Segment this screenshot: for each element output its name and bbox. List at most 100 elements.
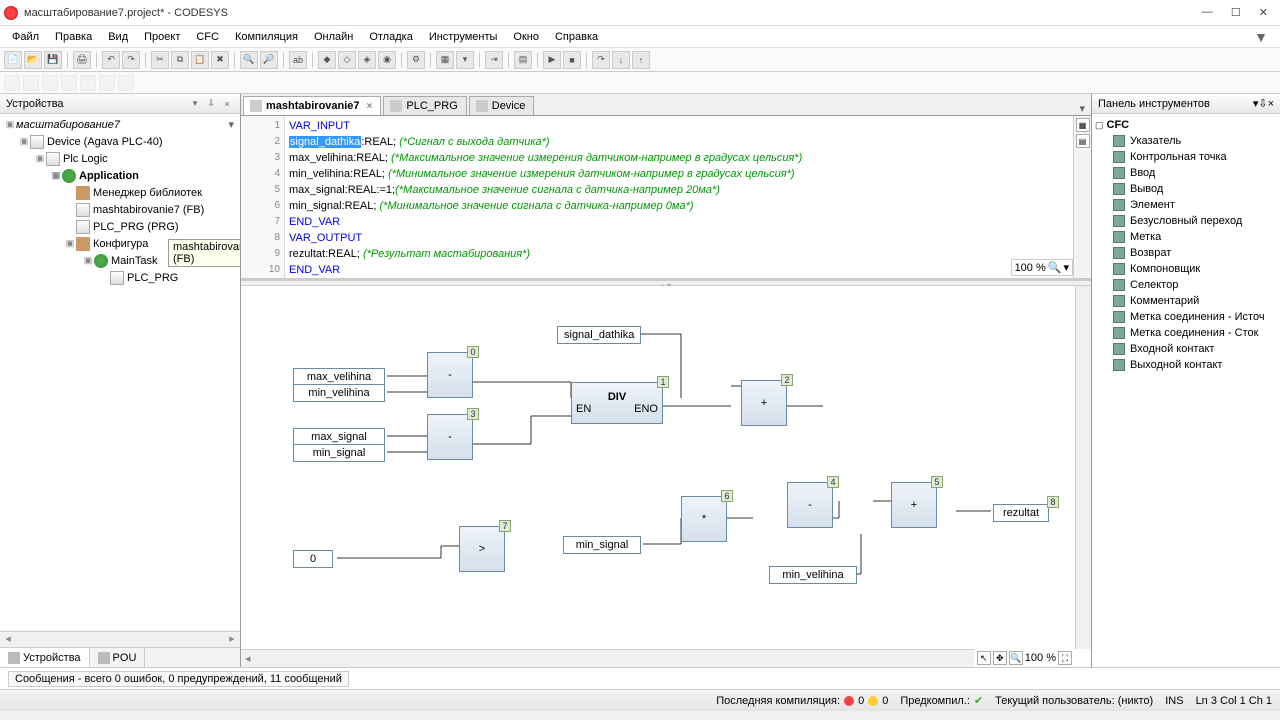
diagram-pan-button[interactable]: ✥ (993, 651, 1007, 665)
tb2-btn[interactable] (80, 75, 96, 91)
tab-plcprg[interactable]: PLC_PRG (383, 96, 466, 115)
close-button[interactable]: ✕ (1259, 6, 1268, 19)
toolbox-comment[interactable]: Комментарий (1095, 293, 1277, 309)
block-sub-4[interactable]: - (787, 482, 833, 528)
input-zero[interactable]: 0 (293, 550, 333, 568)
menu-help[interactable]: Справка (547, 29, 606, 45)
bookmark1-button[interactable]: ◆ (318, 51, 336, 69)
build-button[interactable]: ⚙ (407, 51, 425, 69)
tb2-btn[interactable] (23, 75, 39, 91)
panel-pin-icon[interactable]: ⇩ (204, 97, 218, 111)
tab-mashtabirovanie7[interactable]: mashtabirovanie7× (243, 96, 381, 115)
tab-close-icon[interactable]: × (367, 101, 373, 112)
menu-edit[interactable]: Правка (47, 29, 100, 45)
tree-project[interactable]: масштабирование7 (16, 119, 120, 131)
toolbox-conn-dst[interactable]: Метка соединения - Сток (1095, 325, 1277, 341)
tb2-btn[interactable] (42, 75, 58, 91)
tree-plcprg-task[interactable]: PLC_PRG (127, 272, 178, 284)
minimize-button[interactable]: — (1202, 6, 1213, 19)
bookmark4-button[interactable]: ◉ (378, 51, 396, 69)
new-button[interactable]: 📄 (4, 51, 22, 69)
tree-application[interactable]: Application (79, 170, 139, 182)
copy-button[interactable]: ⧉ (171, 51, 189, 69)
cfc-diagram[interactable]: signal_dathika max_velihina min_velihina… (241, 286, 1091, 667)
tab-device[interactable]: Device (469, 96, 535, 115)
cut-button[interactable]: ✂ (151, 51, 169, 69)
tab-pou[interactable]: POU (90, 648, 146, 667)
tb2-btn[interactable] (118, 75, 134, 91)
toolbox-jump[interactable]: Безусловный переход (1095, 213, 1277, 229)
step-into-button[interactable]: ↓ (612, 51, 630, 69)
block-sub-3[interactable]: - (427, 414, 473, 460)
toolbox-breakpoint[interactable]: Контрольная точка (1095, 149, 1277, 165)
tb2-btn[interactable] (61, 75, 77, 91)
bookmark3-button[interactable]: ◈ (358, 51, 376, 69)
toolbox-output[interactable]: Вывод (1095, 181, 1277, 197)
toolbox-in-contact[interactable]: Входной контакт (1095, 341, 1277, 357)
diagram-vscroll[interactable] (1075, 286, 1091, 649)
block-add-5[interactable]: + (891, 482, 937, 528)
menu-instruments[interactable]: Инструменты (421, 29, 506, 45)
step-out-button[interactable]: ↑ (632, 51, 650, 69)
redo-button[interactable]: ↷ (122, 51, 140, 69)
step-over-button[interactable]: ↷ (592, 51, 610, 69)
code-zoom-fit-icon[interactable]: 🔍 (1048, 261, 1062, 274)
toolbox-pin-icon[interactable]: ⇩ (1258, 97, 1267, 110)
menu-debug[interactable]: Отладка (361, 29, 420, 45)
diagram-hscroll[interactable]: ◂ (241, 649, 1031, 667)
block-div[interactable]: DIV ENENO (571, 382, 663, 424)
compile-drop-button[interactable]: ▾ (456, 51, 474, 69)
toolbox-root[interactable]: ▢CFC (1095, 117, 1277, 133)
diagram-pointer-button[interactable]: ↖ (977, 651, 991, 665)
menu-window[interactable]: Окно (505, 29, 547, 45)
device-tree[interactable]: ▣масштабирование7▾ ▣Device (Agava PLC-40… (0, 114, 240, 631)
save-button[interactable]: 💾 (44, 51, 62, 69)
code-editor[interactable]: 12345678910 VAR_INPUT signal_dathika:REA… (241, 116, 1091, 280)
find-button[interactable]: 🔍 (240, 51, 258, 69)
tree-libmgr[interactable]: Менеджер библиотек (93, 187, 202, 199)
input-min-signal2[interactable]: min_signal (563, 536, 641, 554)
toolbox-close-icon[interactable]: × (1268, 98, 1274, 110)
code-view1-button[interactable]: ▦ (1076, 118, 1090, 132)
block-gt-7[interactable]: > (459, 526, 505, 572)
toolbox-element[interactable]: Элемент (1095, 197, 1277, 213)
menu-view[interactable]: Вид (100, 29, 136, 45)
input-min-signal[interactable]: min_signal (293, 444, 385, 462)
diagram-zoom-button[interactable]: 🔍 (1009, 651, 1023, 665)
open-button[interactable]: 📂 (24, 51, 42, 69)
tree-prg[interactable]: PLC_PRG (PRG) (93, 221, 179, 233)
input-signal-dathika[interactable]: signal_dathika (557, 326, 641, 344)
stop-button[interactable]: ■ (563, 51, 581, 69)
input-min-velihina2[interactable]: min_velihina (769, 566, 857, 584)
print-button[interactable]: 🖨 (73, 51, 91, 69)
toolbox-out-contact[interactable]: Выходной контакт (1095, 357, 1277, 373)
block-add-2[interactable]: + (741, 380, 787, 426)
find-next-button[interactable]: 🔎 (260, 51, 278, 69)
toolbox-pointer[interactable]: Указатель (1095, 133, 1277, 149)
menu-overflow-icon[interactable]: ▼ (1254, 29, 1268, 45)
visu-button[interactable]: ▤ (514, 51, 532, 69)
menu-cfc[interactable]: CFC (188, 29, 227, 45)
diagram-zoom-fit-button[interactable]: ⛶ (1058, 651, 1072, 665)
compile-button[interactable]: ▦ (436, 51, 454, 69)
bookmark2-button[interactable]: ◇ (338, 51, 356, 69)
toolbox-conn-src[interactable]: Метка соединения - Источ (1095, 309, 1277, 325)
output-rezultat[interactable]: rezultat (993, 504, 1049, 522)
tree-fb[interactable]: mashtabirovanie7 (FB) (93, 204, 204, 216)
tb2-btn[interactable] (4, 75, 20, 91)
block-sub-0[interactable]: - (427, 352, 473, 398)
toolbox-composer[interactable]: Компоновщик (1095, 261, 1277, 277)
undo-button[interactable]: ↶ (102, 51, 120, 69)
panel-dropdown-icon[interactable]: ▾ (188, 97, 202, 111)
toolbox-input[interactable]: Ввод (1095, 165, 1277, 181)
panel-close-icon[interactable]: × (220, 97, 234, 111)
menu-file[interactable]: Файл (4, 29, 47, 45)
menu-project[interactable]: Проект (136, 29, 188, 45)
toolbox-selector[interactable]: Селектор (1095, 277, 1277, 293)
toolbox-label[interactable]: Метка (1095, 229, 1277, 245)
paste-button[interactable]: 📋 (191, 51, 209, 69)
code-view2-button[interactable]: ▤ (1076, 134, 1090, 148)
run-button[interactable]: ▶ (543, 51, 561, 69)
tb2-btn[interactable] (99, 75, 115, 91)
maximize-button[interactable]: ☐ (1231, 6, 1241, 19)
